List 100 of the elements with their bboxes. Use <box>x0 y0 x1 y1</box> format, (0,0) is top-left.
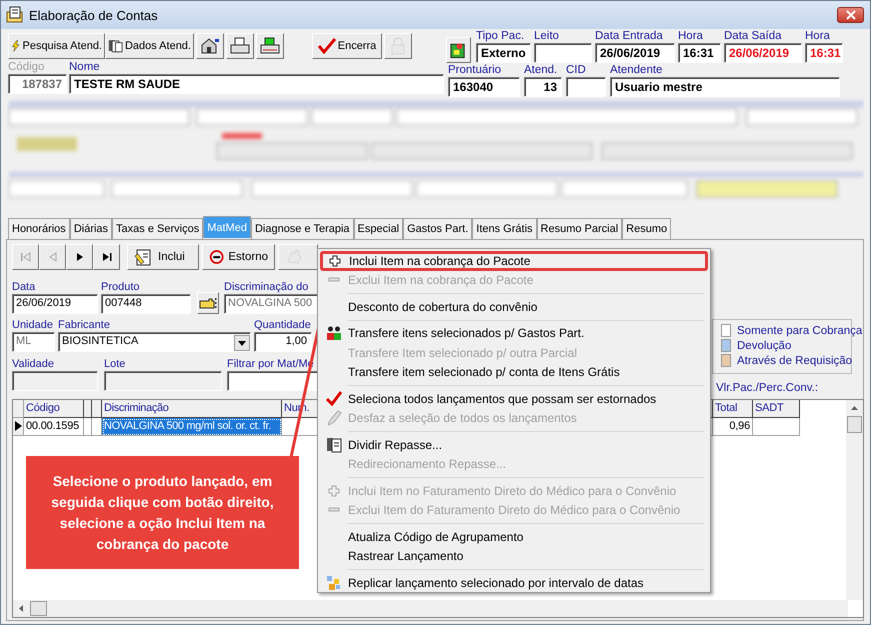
table-cell: 0,96 <box>713 418 753 436</box>
dropdown[interactable]: BIOSINTETICA <box>58 332 251 352</box>
menu-item[interactable]: Replicar lançamento selecionado por intervalo de datas <box>320 573 708 592</box>
plus-icon <box>329 254 341 267</box>
text-field[interactable]: 16:31 <box>678 43 721 63</box>
previous-icon <box>46 252 58 262</box>
scroll-thumb[interactable] <box>30 601 47 616</box>
navigation-button[interactable] <box>93 244 120 270</box>
menu-item[interactable]: Dividir Repasse... <box>320 435 708 454</box>
caret-icon <box>238 340 246 346</box>
toolbar-button[interactable] <box>226 33 254 59</box>
scroll-thumb[interactable] <box>847 416 862 433</box>
column-header[interactable]: Código <box>24 400 84 418</box>
scroll-up-icon <box>851 406 858 410</box>
field-label: CID <box>566 63 587 77</box>
toolbar-button[interactable]: Encerra <box>312 33 382 59</box>
documents-icon <box>326 436 342 453</box>
vertical-scrollbar[interactable] <box>846 400 863 600</box>
lookup-button[interactable] <box>197 292 219 314</box>
tab[interactable]: Diárias <box>70 218 112 239</box>
field-label: Hora <box>805 29 831 43</box>
field-label: Produto <box>101 280 141 294</box>
table-cell: NOVALGINA 500 mg/ml sol. or. ct. fr. <box>102 418 282 436</box>
toolbar-button[interactable] <box>196 33 224 59</box>
text-field[interactable]: TESTE RM SAUDE <box>69 74 444 94</box>
minus-icon <box>328 277 340 284</box>
column-header[interactable]: SADT <box>753 400 800 418</box>
column-header[interactable] <box>84 400 92 418</box>
tab[interactable]: Diagnose e Terapia <box>250 218 354 239</box>
close-button[interactable] <box>837 7 864 23</box>
instruction-callout: Selecione o produto lançado, em seguida clique com botão direito, selecione a oção Inclui Item na cobrança do pacote <box>26 456 299 569</box>
field-label: Leito <box>534 29 560 43</box>
field-label: Data Saída <box>724 29 783 43</box>
printer-icon <box>260 37 280 55</box>
column-header[interactable]: Discriminação <box>102 400 282 418</box>
menu-item[interactable]: Inclui Item na cobrança do Pacote <box>320 251 708 270</box>
copy-grid-icon <box>326 574 342 591</box>
menu-item[interactable]: Transfere itens selecionados p/ Gastos Part. <box>320 324 708 343</box>
text-field[interactable]: 16:31 <box>805 43 843 63</box>
field-label: Lote <box>104 357 126 371</box>
minus-icon <box>328 507 340 514</box>
last-icon <box>100 252 112 262</box>
tab[interactable]: Taxas e Serviços <box>112 218 204 239</box>
tab[interactable]: Especial <box>354 218 404 239</box>
eraser-icon <box>326 410 342 426</box>
toolbar-button[interactable]: Dados Atend. <box>105 33 194 59</box>
text-field[interactable]: 26/06/2019 <box>12 294 98 314</box>
menu-item[interactable]: Transfere item selecionado p/ conta de Itens Grátis <box>320 362 708 382</box>
toolbar-button[interactable] <box>256 33 284 59</box>
field-label: Vlr.Pac./Perc.Conv.: <box>716 382 818 394</box>
field-label: Quantidade <box>254 318 312 332</box>
first-icon <box>20 252 32 262</box>
navigation-button[interactable] <box>66 244 93 270</box>
text-field[interactable]: 007448 <box>101 294 191 314</box>
text-field[interactable]: Externo <box>476 43 531 63</box>
people-icon <box>326 325 342 342</box>
text-field[interactable]: 163040 <box>448 77 520 97</box>
legend-label: Através de Requisição <box>737 354 852 366</box>
tab[interactable]: Resumo <box>622 218 672 239</box>
text-field[interactable]: Usuario mestre <box>610 77 840 97</box>
column-header[interactable]: Total <box>713 400 753 418</box>
lightning-icon <box>11 38 20 54</box>
documents-icon <box>108 38 123 54</box>
text-field[interactable]: 26/06/2019 <box>595 43 675 63</box>
tab[interactable]: Itens Grátis <box>472 218 537 239</box>
text-field[interactable]: 26/06/2019 <box>724 43 802 63</box>
menu-item[interactable]: Atualiza Código de Agrupamento <box>320 527 708 546</box>
field-label: Atendente <box>610 63 664 77</box>
column-header[interactable] <box>92 400 102 418</box>
menu-item[interactable]: Rastrear Lançamento <box>320 546 708 566</box>
action-button[interactable]: Estorno <box>202 244 275 270</box>
field-label: Discriminação do <box>224 280 310 294</box>
field-label: Tipo Pac. <box>476 29 526 43</box>
tab[interactable]: Gastos Part. <box>403 218 472 239</box>
text-field[interactable]: 1,00 <box>254 332 312 352</box>
checkmark-icon <box>318 38 336 54</box>
field-label: Prontuário <box>448 63 502 77</box>
field-label: Hora <box>678 29 704 43</box>
text-field[interactable] <box>566 77 606 97</box>
checkmark-icon <box>326 391 342 406</box>
field-label: Data <box>12 280 36 294</box>
printer-icon <box>230 37 250 55</box>
toolbar-button[interactable] <box>446 37 471 63</box>
menu-item[interactable]: Seleciona todos lançamentos que possam ser estornados <box>320 389 708 408</box>
scroll-left-icon <box>19 605 23 612</box>
toolbar-button[interactable]: Pesquisa Atend. <box>8 33 105 59</box>
action-button[interactable]: Inclui <box>127 244 199 270</box>
tab[interactable]: Honorários <box>8 218 70 239</box>
current-row-icon <box>15 421 22 431</box>
tab[interactable]: Resumo Parcial <box>536 218 622 239</box>
plus-icon <box>328 484 340 497</box>
text-field[interactable] <box>534 43 592 63</box>
window-title: Elaboração de Contas <box>29 8 158 22</box>
horizontal-scrollbar[interactable] <box>13 600 848 617</box>
text-field[interactable]: 13 <box>524 77 562 97</box>
legend-label: Somente para Cobrança <box>737 324 862 336</box>
minus-circle-icon <box>209 248 224 266</box>
field-label: Validade <box>12 357 55 371</box>
field-label: Fabricante <box>58 318 111 332</box>
table-cell: 00.00.1595 <box>24 418 84 436</box>
